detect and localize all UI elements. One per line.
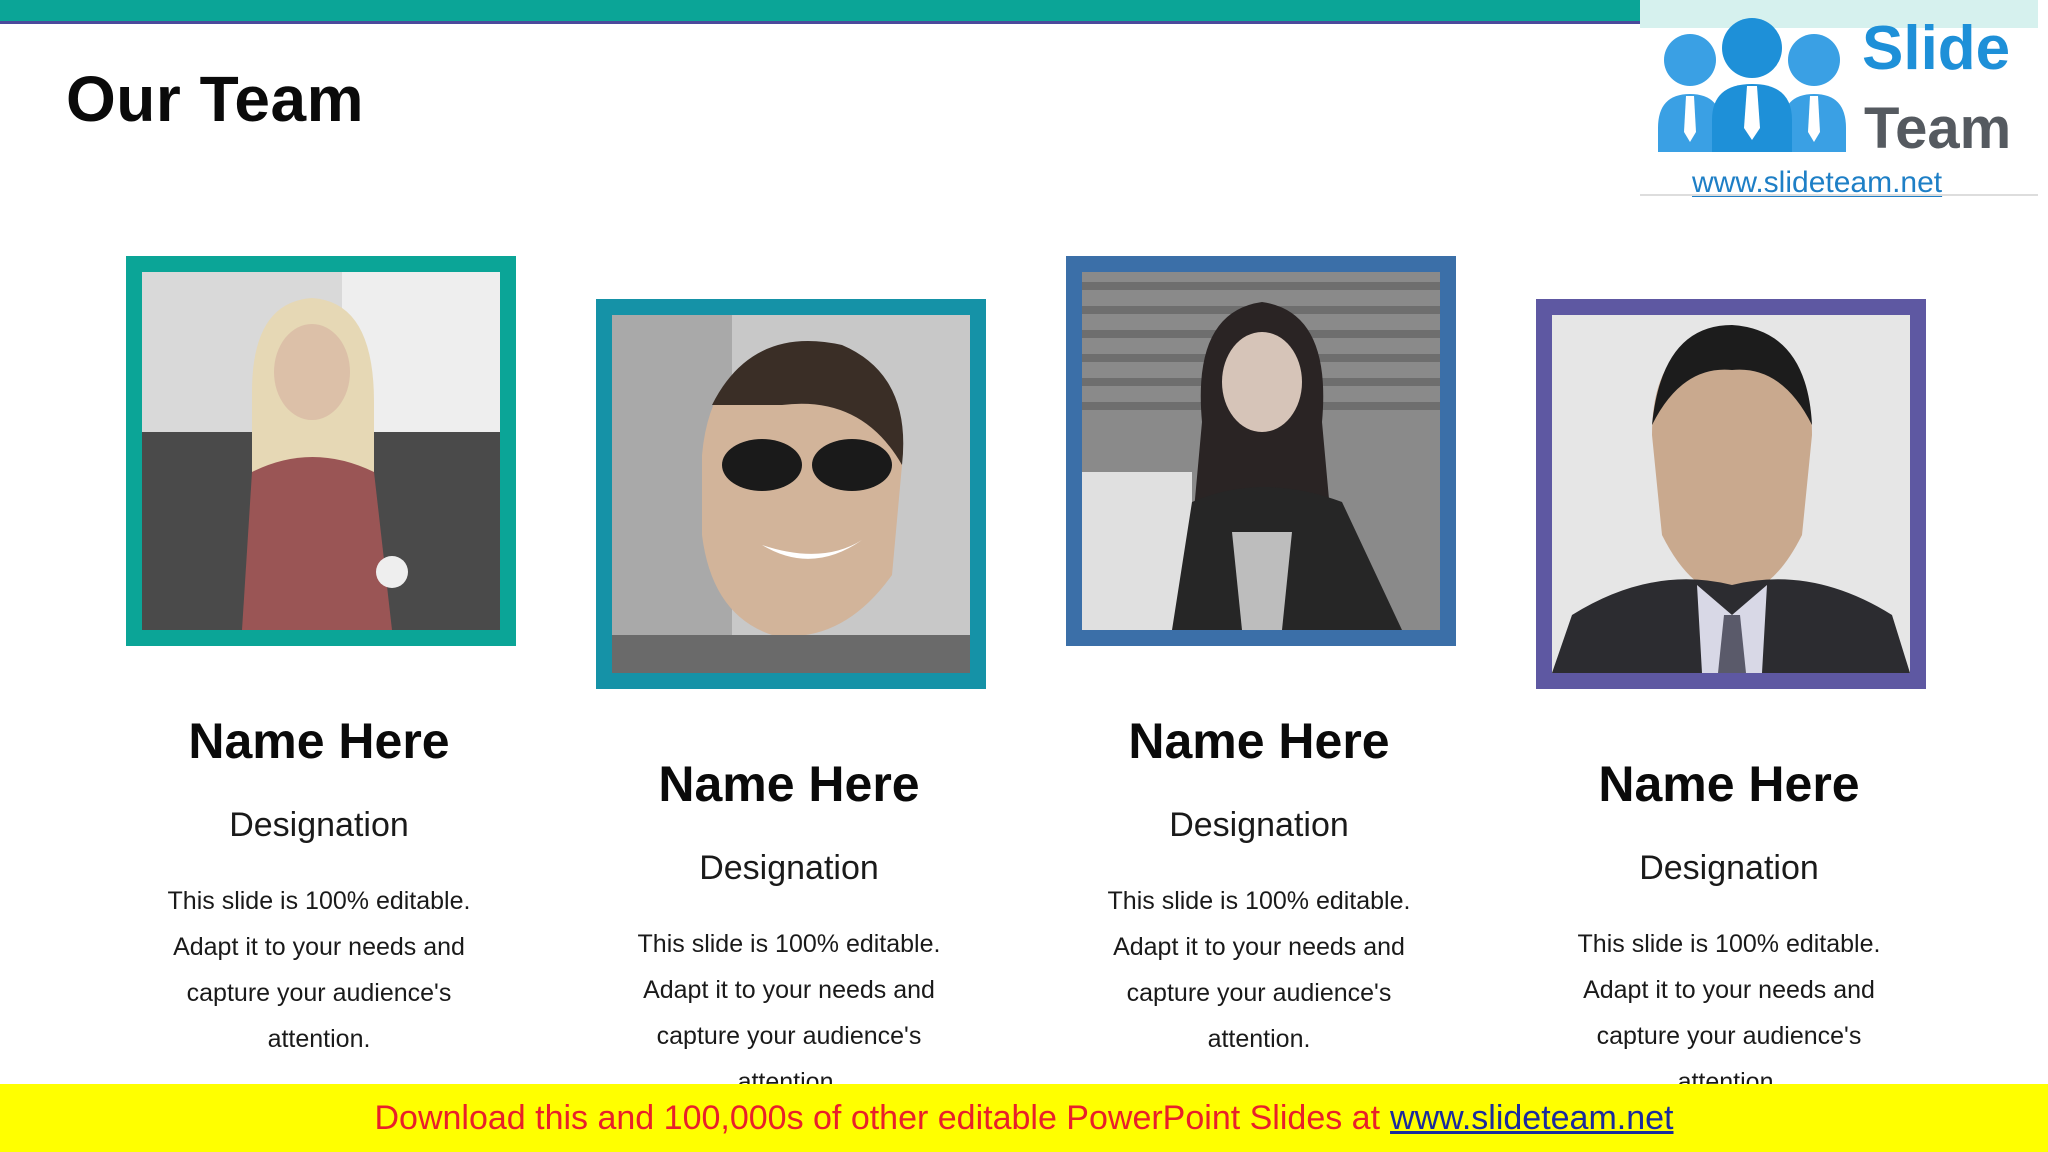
logo-divider (1640, 194, 2038, 196)
slideteam-logo: Slide Team www.slideteam.net (1640, 0, 2038, 199)
banner-link[interactable]: www.slideteam.net (1390, 1099, 1673, 1138)
description-line: Adapt it to your needs and (1583, 976, 1875, 1004)
member-photo (1082, 272, 1440, 630)
member-designation: Designation (1639, 849, 1819, 887)
description-line: Adapt it to your needs and (173, 933, 465, 961)
description-line: attention. (737, 1068, 841, 1084)
member-designation: Designation (699, 849, 879, 887)
member-photo (612, 315, 970, 673)
member-name: Name Here (1128, 713, 1390, 769)
member-photo (142, 272, 500, 630)
logo-word-slide: Slide (1862, 14, 2011, 83)
top-accent-bar (0, 0, 1640, 24)
description-line: attention. (1207, 1025, 1311, 1053)
member-description: This slide is 100% editable. Adapt it to… (1084, 878, 1434, 1062)
description-line: capture your audience's (656, 1022, 922, 1050)
description-line: attention. (267, 1025, 371, 1053)
description-line: This slide is 100% editable. (1107, 887, 1411, 915)
member-description: This slide is 100% editable. Adapt it to… (144, 878, 494, 1062)
description-line: capture your audience's (1126, 979, 1392, 1007)
description-line: capture your audience's (1596, 1022, 1862, 1050)
member-name: Name Here (188, 713, 450, 769)
banner-text: Download this and 100,000s of other edit… (374, 1098, 1381, 1137)
member-designation: Designation (229, 806, 409, 844)
member-photo (1552, 315, 1910, 673)
description-line: This slide is 100% editable. (167, 887, 471, 915)
member-photo-frame (126, 256, 516, 646)
member-photo-frame (1066, 256, 1456, 646)
member-name: Name Here (658, 756, 920, 812)
description-line: This slide is 100% editable. (1577, 930, 1881, 958)
member-name: Name Here (1598, 756, 1860, 812)
member-photo-frame (596, 299, 986, 689)
member-description: This slide is 100% editable. Adapt it to… (614, 921, 964, 1084)
description-line: Adapt it to your needs and (1113, 933, 1405, 961)
member-photo-frame (1536, 299, 1926, 689)
description-line: Adapt it to your needs and (643, 976, 935, 1004)
logo-word-team: Team (1864, 96, 2012, 161)
member-description: This slide is 100% editable. Adapt it to… (1554, 921, 1904, 1084)
description-line: capture your audience's (186, 979, 452, 1007)
download-banner: Download this and 100,000s of other edit… (0, 1084, 2048, 1152)
slide-title: Our Team (66, 63, 364, 135)
description-line: attention. (1677, 1068, 1781, 1084)
description-line: This slide is 100% editable. (637, 930, 941, 958)
team-figures-icon (1658, 18, 1846, 152)
member-designation: Designation (1169, 806, 1349, 844)
